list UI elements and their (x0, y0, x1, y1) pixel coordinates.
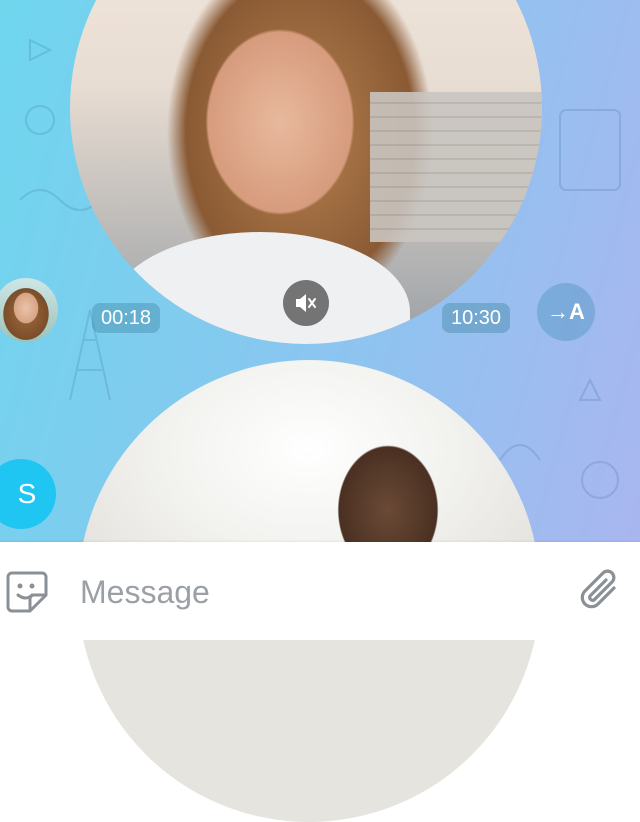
translate-label: →A (547, 299, 585, 324)
avatar-letter: S (17, 478, 37, 509)
message-time: 10:30 (442, 303, 511, 333)
paperclip-icon[interactable] (578, 568, 624, 616)
message-input[interactable] (78, 566, 562, 618)
sticker-icon[interactable] (4, 569, 50, 615)
mute-toggle-button[interactable] (283, 280, 329, 326)
video-background-building (370, 92, 542, 242)
video-duration: 00:18 (92, 303, 161, 333)
translate-button[interactable]: →A (537, 283, 595, 341)
speaker-muted-icon (296, 294, 316, 312)
